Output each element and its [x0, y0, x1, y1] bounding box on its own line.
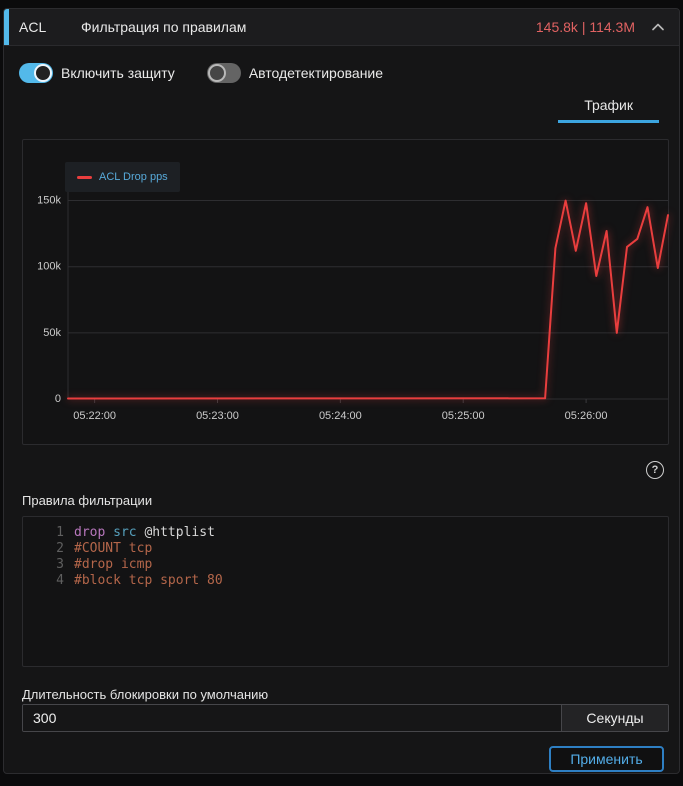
protection-toggle[interactable] [19, 63, 53, 83]
toggle-knob [208, 64, 226, 82]
toggle-row: Включить защиту Автодетектирование [4, 46, 679, 91]
y-axis-tick-label: 50k [43, 327, 61, 339]
apply-button[interactable]: Применить [549, 746, 664, 772]
duration-input-group: Секунды [22, 704, 669, 732]
line-number: 1 [23, 525, 64, 541]
x-axis-tick-label: 05:26:00 [565, 410, 608, 422]
line-number: 3 [23, 557, 64, 573]
collapse-button[interactable] [643, 23, 673, 31]
autodetect-toggle-label: Автодетектирование [249, 65, 383, 81]
x-axis-tick-label: 05:24:00 [319, 410, 362, 422]
y-axis-tick-label: 150k [37, 194, 61, 206]
panel-app-label: ACL [19, 19, 81, 35]
rules-section-label: Правила фильтрации [22, 493, 152, 508]
duration-input[interactable] [23, 705, 561, 731]
panel-title: Фильтрация по правилам [81, 19, 246, 35]
autodetect-toggle[interactable] [207, 63, 241, 83]
code-text: #COUNT tcp [64, 541, 152, 557]
series-color-dash [77, 176, 92, 179]
code-text: #block tcp sport 80 [64, 573, 223, 589]
tab-traffic[interactable]: Трафик [558, 93, 659, 123]
traffic-chart: 0 50k 100k 150k 05:22:00 05:23:00 05:24:00 05:2… [22, 139, 669, 445]
series-name: ACL Drop pps [99, 171, 168, 183]
line-number: 2 [23, 541, 64, 557]
chevron-up-icon [652, 23, 664, 31]
chart-series-line [68, 201, 668, 399]
tab-bar: Трафик [4, 93, 679, 123]
panel-header[interactable]: ACL Фильтрация по правилам 145.8k | 114.… [4, 9, 679, 46]
header-accent-bar [4, 9, 9, 45]
chart-legend-item[interactable]: ACL Drop pps [65, 162, 180, 192]
traffic-stats: 145.8k | 114.3M [536, 19, 635, 35]
duration-unit-addon: Секунды [561, 705, 668, 731]
editor-line: 4#block tcp sport 80 [23, 573, 668, 589]
y-axis-tick-label: 100k [37, 261, 61, 273]
x-axis-tick-label: 05:25:00 [442, 410, 485, 422]
x-axis-tick-label: 05:23:00 [196, 410, 239, 422]
line-number: 4 [23, 573, 64, 589]
x-axis-tick-label: 05:22:00 [73, 410, 116, 422]
duration-label: Длительность блокировки по умолчанию [22, 687, 268, 702]
help-icon[interactable]: ? [646, 461, 664, 479]
protection-toggle-label: Включить защиту [61, 65, 175, 81]
editor-line: 2#COUNT tcp [23, 541, 668, 557]
editor-line: 3#drop icmp [23, 557, 668, 573]
rules-code-editor[interactable]: 1drop src @httplist2#COUNT tcp3#drop icm… [22, 516, 669, 667]
code-text: #drop icmp [64, 557, 152, 573]
y-axis-tick-label: 0 [55, 393, 61, 405]
acl-panel: ACL Фильтрация по правилам 145.8k | 114.… [3, 8, 680, 774]
editor-line: 1drop src @httplist [23, 525, 668, 541]
toggle-knob [34, 64, 52, 82]
code-text: drop src @httplist [64, 525, 215, 541]
